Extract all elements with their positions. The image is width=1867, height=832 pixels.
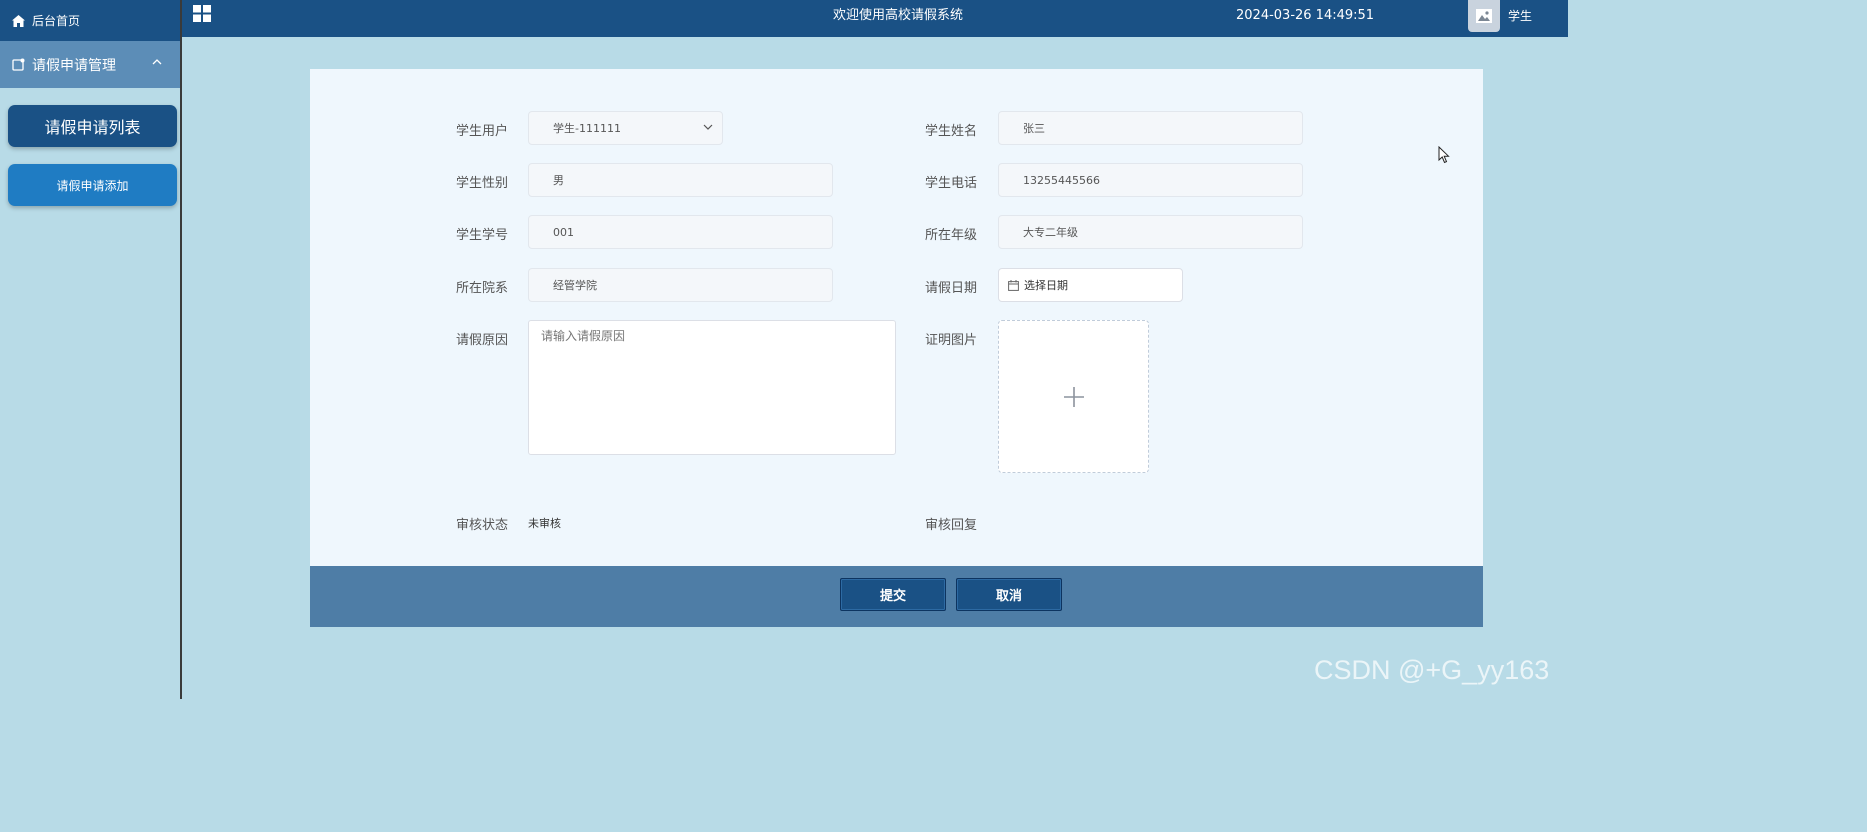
student-gender-value: 男 (553, 174, 564, 187)
student-gender-field[interactable]: 男 (528, 163, 833, 197)
department-label: 所在院系 (456, 281, 509, 296)
leave-date-label: 请假日期 (925, 281, 978, 296)
leave-date-placeholder: 选择日期 (1024, 279, 1068, 292)
leave-date-picker[interactable]: 选择日期 (998, 268, 1183, 302)
student-id-field[interactable]: 001 (528, 215, 833, 249)
proof-image-upload[interactable] (998, 320, 1149, 473)
avatar[interactable] (1468, 0, 1500, 32)
top-bar: 欢迎使用高校请假系统 2024-03-26 14:49:51 学生 (182, 0, 1568, 37)
submit-button[interactable]: 提交 (840, 578, 946, 611)
calendar-icon (1008, 279, 1019, 291)
student-user-label: 学生用户 (456, 124, 509, 139)
student-name-field[interactable]: 张三 (998, 111, 1303, 145)
sidebar-group-leave[interactable]: 请假申请管理 (0, 41, 180, 88)
student-user-select[interactable]: 学生-111111 (528, 111, 723, 145)
watermark: CSDN @+G_yy163 (1314, 655, 1550, 685)
sidebar-item-leave-add[interactable]: 请假申请添加 (8, 164, 177, 206)
chevron-up-icon (152, 59, 162, 65)
grade-value: 大专二年级 (1023, 226, 1078, 239)
cancel-button[interactable]: 取消 (956, 578, 1062, 611)
student-id-value: 001 (553, 225, 574, 239)
student-gender-label: 学生性别 (456, 176, 509, 191)
image-placeholder-icon (1476, 9, 1492, 23)
review-status-label: 审核状态 (456, 518, 509, 533)
mouse-cursor-icon (1438, 146, 1450, 164)
grade-label: 所在年级 (925, 228, 978, 243)
student-phone-field[interactable]: 13255445566 (998, 163, 1303, 197)
leave-reason-input[interactable] (528, 320, 896, 455)
plus-icon (1063, 386, 1084, 407)
proof-image-label: 证明图片 (925, 333, 978, 348)
sidebar-item-leave-list[interactable]: 请假申请列表 (8, 105, 177, 147)
sidebar-home-label: 后台首页 (32, 14, 81, 28)
student-phone-value: 13255445566 (1023, 173, 1100, 187)
student-name-label: 学生姓名 (925, 124, 978, 139)
sidebar-item-label: 请假申请列表 (44, 118, 141, 137)
sidebar: 后台首页 请假申请管理 请假申请列表 请假申请添加 (0, 0, 182, 699)
review-reply-label: 审核回复 (925, 518, 978, 533)
leave-form: 学生用户 学生-111111 学生姓名 张三 学生性别 男 学生电话 13255… (310, 69, 1483, 566)
department-field[interactable]: 经管学院 (528, 268, 833, 302)
department-value: 经管学院 (553, 279, 597, 292)
user-role[interactable]: 学生 (1508, 0, 1532, 33)
sidebar-item-home[interactable]: 后台首页 (0, 0, 180, 41)
form-actions: 提交 取消 (310, 566, 1483, 627)
review-status-value: 未审核 (528, 517, 561, 530)
leave-reason-label: 请假原因 (456, 333, 509, 348)
student-phone-label: 学生电话 (925, 176, 978, 191)
edit-document-icon (12, 58, 25, 71)
sidebar-group-label: 请假申请管理 (32, 57, 116, 74)
student-id-label: 学生学号 (456, 228, 509, 243)
home-icon (12, 14, 25, 27)
grade-field[interactable]: 大专二年级 (998, 215, 1303, 249)
student-name-value: 张三 (1023, 122, 1045, 135)
sidebar-item-label: 请假申请添加 (56, 178, 129, 193)
datetime-display: 2024-03-26 14:49:51 (1236, 8, 1375, 23)
student-user-value: 学生-111111 (553, 122, 621, 135)
chevron-down-icon (703, 124, 713, 130)
